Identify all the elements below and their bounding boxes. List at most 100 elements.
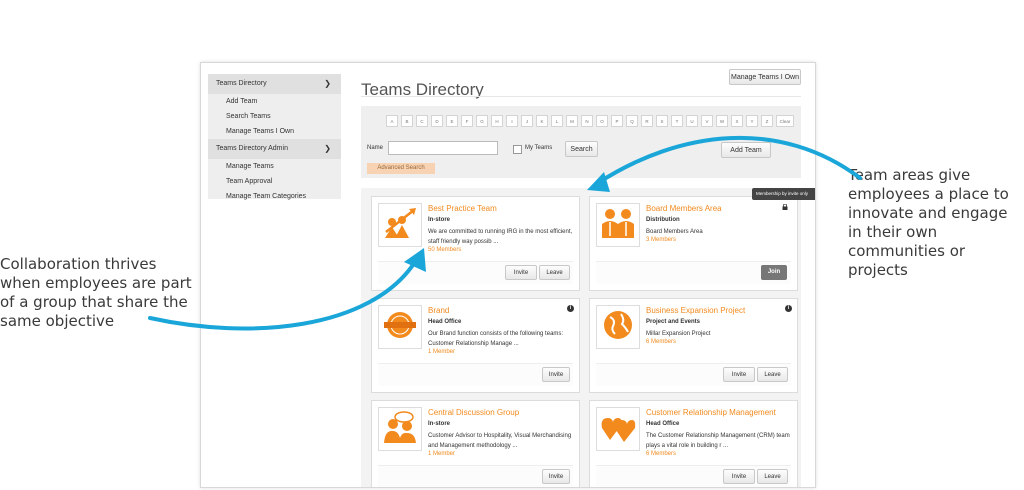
team-card[interactable]: Business Expansion Project Project and E… (589, 298, 798, 393)
sidebar-item-manage-team-categories[interactable]: Manage Team Categories (208, 189, 341, 204)
team-members-link[interactable]: 3 Members (646, 237, 676, 243)
letter-filter-a[interactable]: A (386, 115, 398, 127)
team-description: The Customer Relationship Management (CR… (646, 433, 790, 449)
card-actions: Invite Leave (596, 465, 791, 487)
letter-filter-j[interactable]: J (521, 115, 533, 127)
team-category: In-store (428, 217, 451, 223)
team-image[interactable] (596, 305, 640, 349)
team-name-link[interactable]: Board Members Area (646, 204, 722, 213)
letter-filter-g[interactable]: G (476, 115, 488, 127)
team-card[interactable]: Best Practice Team In-store We are commi… (371, 196, 580, 291)
letter-filter-k[interactable]: K (536, 115, 548, 127)
letter-filter-z[interactable]: Z (761, 115, 773, 127)
invite-button[interactable]: Invite (542, 367, 570, 382)
lock-icon (782, 204, 788, 210)
team-name-link[interactable]: Business Expansion Project (646, 306, 745, 315)
letter-filter-n[interactable]: N (581, 115, 593, 127)
team-card[interactable]: Customer Relationship Management Head Of… (589, 400, 798, 487)
team-members-link[interactable]: 6 Members (646, 451, 676, 457)
letter-filter-o[interactable]: O (596, 115, 608, 127)
team-card[interactable]: Board Members Area Distribution Board Me… (589, 196, 798, 291)
invite-button[interactable]: Invite (505, 265, 537, 280)
team-name-link[interactable]: Best Practice Team (428, 204, 497, 213)
sidebar-section-label: Teams Directory (216, 80, 267, 87)
team-category: Head Office (646, 421, 680, 427)
sidebar-section-teams-directory[interactable]: Teams Directory ❯ (208, 74, 341, 94)
team-category: Project and Events (646, 319, 701, 325)
team-category: Distribution (646, 217, 680, 223)
letter-filter-h[interactable]: H (491, 115, 503, 127)
sidebar-section-teams-directory-admin[interactable]: Teams Directory Admin ❯ (208, 139, 341, 159)
team-cards-grid: Best Practice Team In-store We are commi… (361, 188, 801, 487)
letter-filter-p[interactable]: P (611, 115, 623, 127)
add-team-button[interactable]: Add Team (721, 142, 771, 158)
team-image[interactable] (596, 203, 640, 247)
letter-filter-v[interactable]: V (701, 115, 713, 127)
letter-filter-e[interactable]: E (446, 115, 458, 127)
card-actions: Invite (378, 465, 573, 487)
team-card[interactable]: Central Discussion Group In-store Custom… (371, 400, 580, 487)
manage-teams-i-own-button[interactable]: Manage Teams I Own (729, 69, 801, 85)
invite-button[interactable]: Invite (542, 469, 570, 484)
callout-right-text: Team areas give employees a place to inn… (848, 166, 1009, 279)
letter-filter-c[interactable]: C (416, 115, 428, 127)
sidebar-item-manage-teams[interactable]: Manage Teams (208, 159, 341, 174)
letter-filter-l[interactable]: L (551, 115, 563, 127)
letter-filter-m[interactable]: M (566, 115, 578, 127)
name-label: Name (367, 145, 384, 151)
join-button[interactable]: Join (761, 265, 787, 280)
letter-filter-b[interactable]: B (401, 115, 413, 127)
team-card[interactable]: Brand Head Office Our Brand function con… (371, 298, 580, 393)
my-teams-checkbox[interactable] (513, 145, 522, 154)
membership-tooltip: Membership by invite only (752, 188, 815, 200)
leave-button[interactable]: Leave (757, 469, 788, 484)
chevron-down-icon: ❯ (324, 79, 331, 88)
invite-button[interactable]: Invite (723, 367, 755, 382)
team-name-link[interactable]: Customer Relationship Management (646, 408, 776, 417)
letter-filter-t[interactable]: T (671, 115, 683, 127)
advanced-search-link[interactable]: Advanced Search (367, 163, 435, 174)
card-actions: Join (596, 261, 791, 284)
sidebar-section-label: Teams Directory Admin (216, 145, 288, 152)
team-image[interactable] (378, 407, 422, 451)
team-members-link[interactable]: 1 Member (428, 349, 455, 355)
team-description: We are committed to running IRG in the m… (428, 229, 573, 245)
discussion-icon (382, 410, 418, 449)
chevron-down-icon: ❯ (324, 144, 331, 153)
letter-filter-f[interactable]: F (461, 115, 473, 127)
letter-filter-w[interactable]: W (716, 115, 728, 127)
info-icon[interactable]: i (785, 305, 792, 312)
sidebar-item-manage-teams-i-own[interactable]: Manage Teams I Own (208, 124, 341, 139)
team-name-link[interactable]: Brand (428, 306, 449, 315)
callout-left-text: Collaboration thrives when employees are… (0, 255, 192, 330)
team-image[interactable] (378, 305, 422, 349)
letter-filter-u[interactable]: U (686, 115, 698, 127)
app-window: Teams Directory ❯ Add Team Search Teams … (200, 62, 816, 488)
leave-button[interactable]: Leave (539, 265, 570, 280)
team-members-link[interactable]: 1 Member (428, 451, 455, 457)
letter-filter-x[interactable]: X (731, 115, 743, 127)
sidebar-item-team-approval[interactable]: Team Approval (208, 174, 341, 189)
sidebar-item-search-teams[interactable]: Search Teams (208, 109, 341, 124)
team-name-link[interactable]: Central Discussion Group (428, 408, 519, 417)
title-divider (361, 96, 801, 97)
search-panel: A B C D E F G H I J K L M N O P Q R S T U V W X Y Z Clear Name My … (361, 106, 801, 178)
page-title: Teams Directory (361, 80, 484, 100)
letter-filter-q[interactable]: Q (626, 115, 638, 127)
sidebar-item-add-team[interactable]: Add Team (208, 94, 341, 109)
team-members-link[interactable]: 50 Members (428, 247, 461, 253)
letter-filter-s[interactable]: S (656, 115, 668, 127)
team-members-link[interactable]: 6 Members (646, 339, 676, 345)
team-image[interactable] (596, 407, 640, 451)
letter-filter-i[interactable]: I (506, 115, 518, 127)
team-image[interactable] (378, 203, 422, 247)
search-button[interactable]: Search (565, 141, 598, 157)
invite-button[interactable]: Invite (723, 469, 755, 484)
name-input[interactable] (388, 141, 498, 155)
info-icon[interactable]: i (567, 305, 574, 312)
letter-filter-r[interactable]: R (641, 115, 653, 127)
letter-filter-y[interactable]: Y (746, 115, 758, 127)
leave-button[interactable]: Leave (757, 367, 788, 382)
clear-filter-button[interactable]: Clear (776, 115, 794, 127)
letter-filter-d[interactable]: D (431, 115, 443, 127)
